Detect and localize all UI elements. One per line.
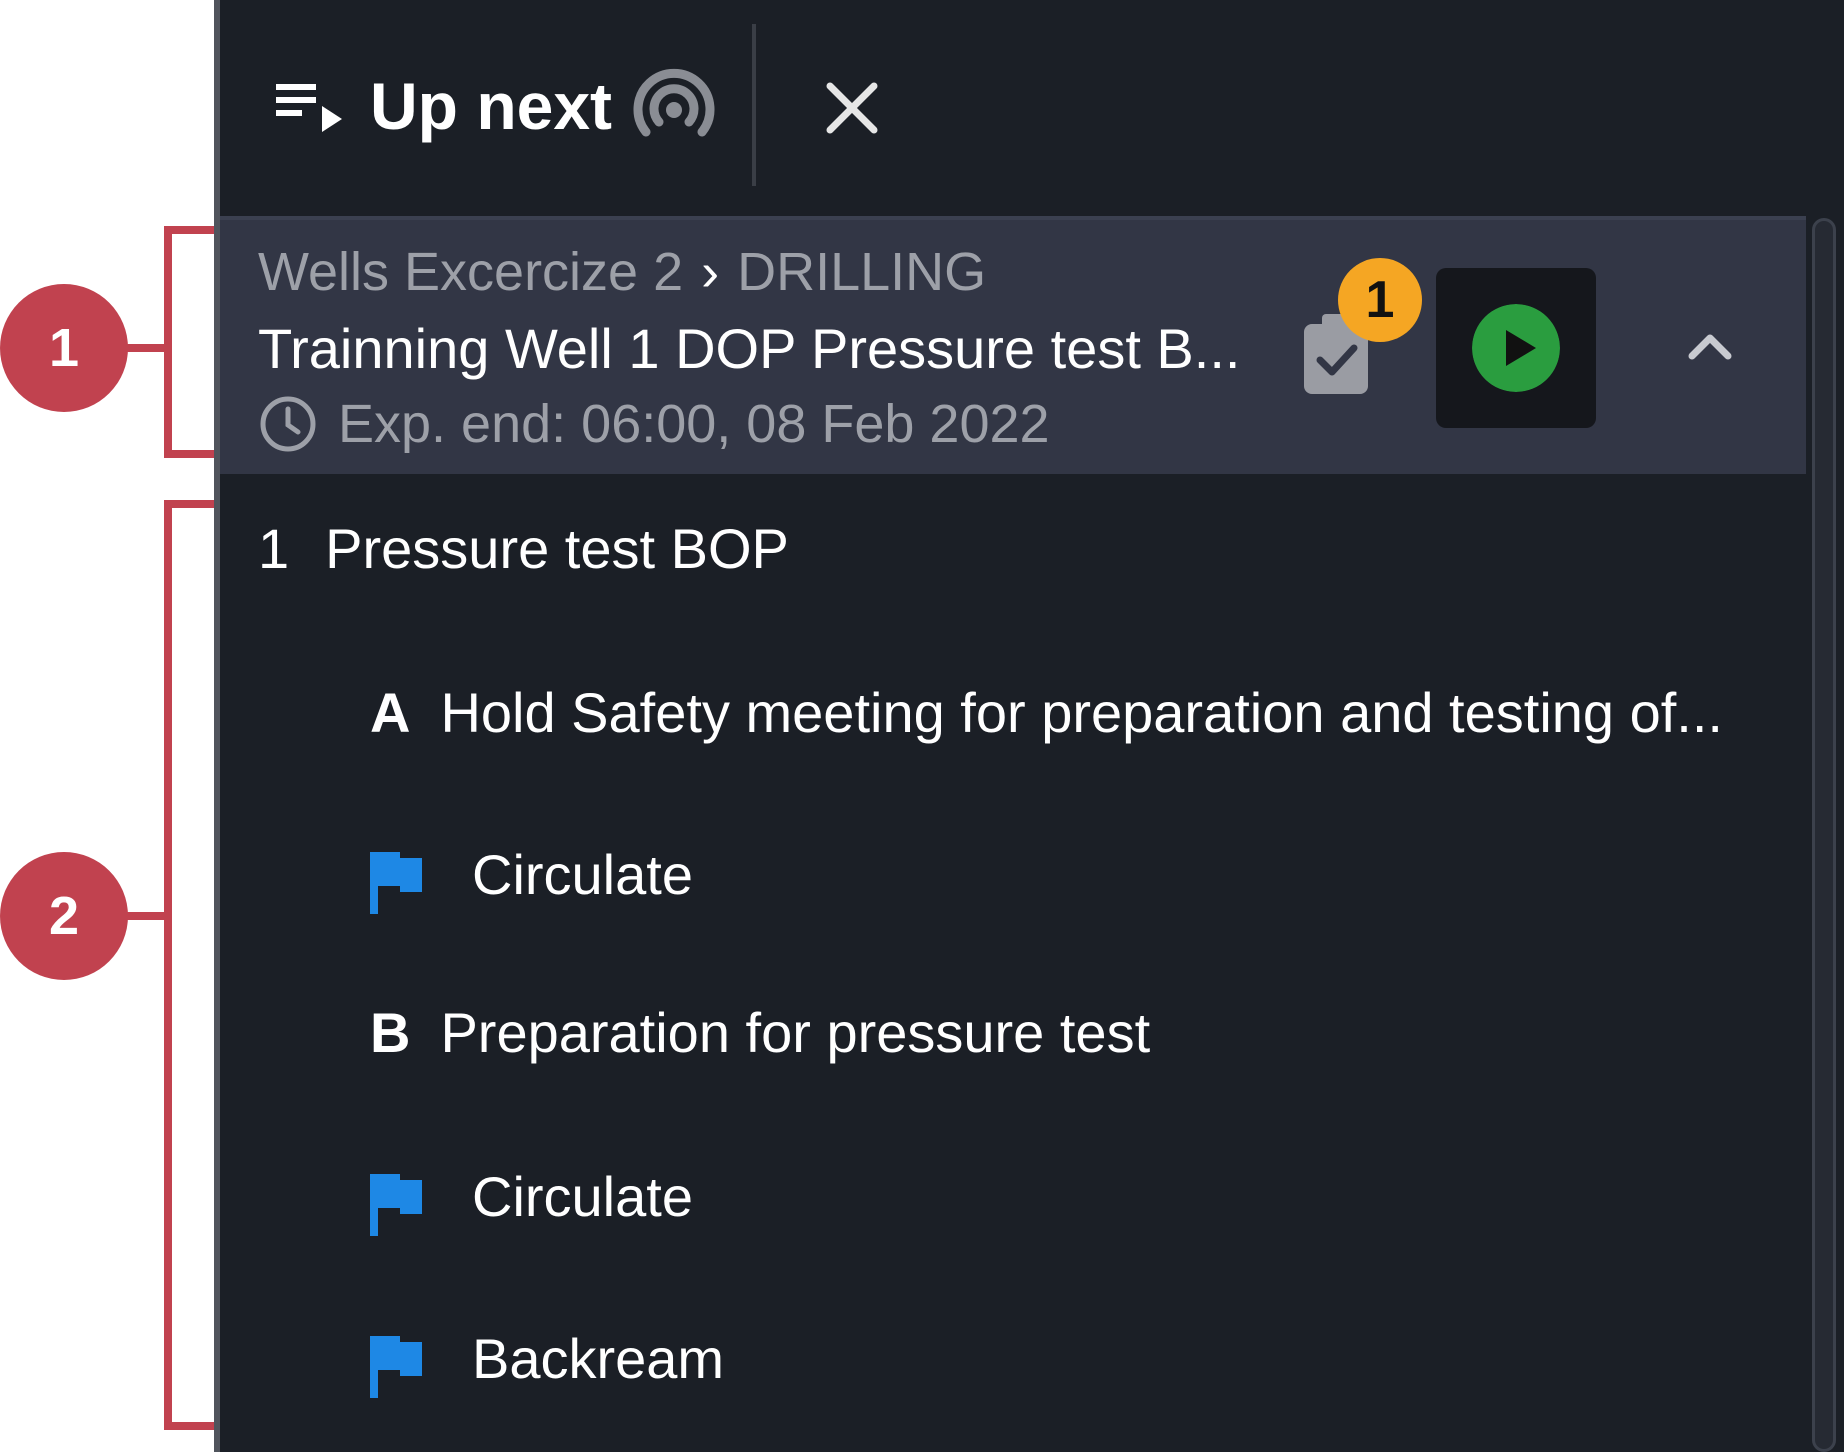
substep-item[interactable]: A Hold Safety meeting for preparation and… — [370, 680, 1723, 746]
checklist-count-badge: 1 — [1338, 258, 1422, 342]
step-number: 1 — [258, 517, 290, 580]
queue-play-icon — [276, 84, 342, 132]
header-divider — [752, 24, 756, 186]
step-item[interactable]: 1 Pressure test BOP — [258, 516, 789, 582]
substep-label: Hold Safety meeting for preparation and … — [440, 681, 1723, 744]
breadcrumb-parent[interactable]: Wells Excercize 2 — [258, 242, 683, 302]
flag-item-label[interactable]: Backream — [472, 1326, 724, 1392]
substep-letter: B — [370, 1001, 411, 1064]
expected-end-time: Exp. end: 06:00, 08 Feb 2022 — [338, 394, 1050, 454]
flag-icon — [370, 852, 422, 914]
scrollbar[interactable] — [1806, 218, 1844, 1452]
substep-label: Preparation for pressure test — [440, 1001, 1151, 1064]
scrollbar-thumb[interactable] — [1812, 218, 1836, 1452]
up-next-panel: Up next Wells Excercize 2 › DRILLING Train… — [214, 0, 1844, 1452]
close-icon[interactable] — [812, 68, 892, 148]
start-activity-button[interactable] — [1436, 268, 1596, 428]
substep-letter: A — [370, 681, 411, 744]
flag-icon — [370, 1336, 422, 1398]
panel-header: Up next — [220, 0, 1844, 218]
chevron-up-icon[interactable] — [1680, 316, 1740, 376]
activity-title: Trainning Well 1 DOP Pressure test B... — [258, 317, 1241, 380]
broadcast-icon[interactable] — [632, 66, 716, 150]
chevron-right-icon: › — [701, 242, 720, 302]
breadcrumb-child[interactable]: DRILLING — [737, 242, 986, 302]
panel-title: Up next — [370, 69, 613, 143]
callout-2: 2 — [0, 852, 128, 980]
flag-item-label[interactable]: Circulate — [472, 1164, 693, 1230]
substep-item[interactable]: B Preparation for pressure test — [370, 1000, 1150, 1066]
clock-icon — [260, 396, 316, 452]
flag-item-label[interactable]: Circulate — [472, 842, 693, 908]
play-icon — [1472, 304, 1560, 392]
screenshot-root: 1 2 Up next Wells Excercize 2 › DRILLING… — [0, 0, 1844, 1452]
breadcrumb: Wells Excercize 2 › DRILLING — [258, 240, 986, 304]
flag-icon — [370, 1174, 422, 1236]
callout-1: 1 — [0, 284, 128, 412]
active-activity-card[interactable]: Wells Excercize 2 › DRILLING Trainning Wel… — [220, 220, 1806, 474]
step-label: Pressure test BOP — [325, 517, 789, 580]
